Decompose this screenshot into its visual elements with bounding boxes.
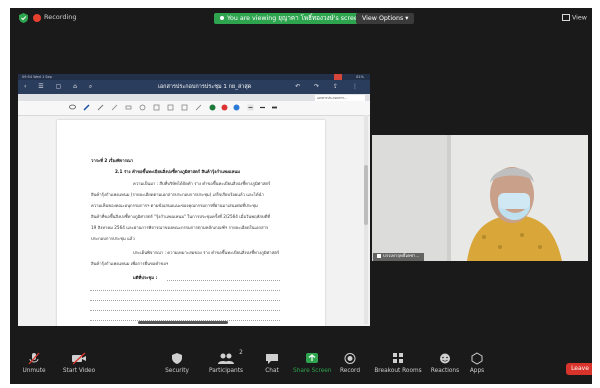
- chevron-down-icon: ▾: [405, 15, 409, 22]
- chat-icon: [266, 354, 278, 364]
- shape-icon[interactable]: [139, 104, 146, 111]
- participants-count-value: 2: [239, 350, 243, 356]
- highlighter-icon[interactable]: [111, 104, 118, 111]
- document-page: วาระที่ 2 เรื่องพิจารณา 2.1 ร่าง คำขอขึ้…: [57, 120, 325, 326]
- participants-count: 2: [236, 350, 246, 356]
- reactions-icon: [440, 353, 450, 364]
- viewing-dot-icon: [220, 16, 224, 20]
- recording-label: Recording: [44, 13, 77, 21]
- view-options-button[interactable]: View Options ▾: [356, 13, 415, 24]
- agenda-item-title: 2.1 ร่าง คำขอขึ้นทะเบียนสิ่งบ่งชี้ทางภูม…: [115, 169, 240, 174]
- dotted-line: [90, 290, 280, 291]
- participant-name: บรรเทาฤทธิ์เดชา...: [383, 254, 420, 259]
- participant-video-image: [372, 135, 588, 261]
- document-nav-icons[interactable]: ‹ ☰ ▢ ⌂ ⌕: [24, 83, 97, 91]
- security-shield-icon: [172, 353, 182, 364]
- share-screen-label: Share Screen: [293, 368, 332, 374]
- view-label: View: [572, 14, 587, 22]
- record-button[interactable]: Record: [338, 352, 362, 374]
- meeting-toolbar: Unmute Start Video Security Participants…: [10, 348, 592, 384]
- breakout-rooms-icon: [393, 353, 403, 363]
- document-paragraph-line: สินค้าที่ขอขึ้นสิ่งบ่งชี้ทางภูมิศาสตร์ "…: [91, 214, 270, 219]
- pen-icon[interactable]: [83, 104, 90, 111]
- leave-button[interactable]: Leave: [566, 363, 592, 375]
- participants-label: Participants: [208, 368, 244, 374]
- document-paragraph-line: ความเป็นมา : สืบที่บริษัทได้จัดทำ ร่าง ค…: [133, 181, 271, 186]
- chat-button[interactable]: Chat: [260, 352, 284, 374]
- start-video-button[interactable]: Start Video: [60, 352, 98, 374]
- viewing-banner: You are viewing ยุญาคา โพธิ์ทองวงษ์'s sc…: [214, 13, 368, 24]
- unmute-label: Unmute: [22, 368, 46, 374]
- dotted-line: [167, 280, 280, 281]
- reactions-label: Reactions: [430, 368, 460, 374]
- lasso-icon[interactable]: [69, 104, 76, 111]
- pen-toolbar: [18, 101, 370, 116]
- security-button[interactable]: Security: [162, 352, 192, 374]
- resolution-label: มติที่ประชุม :: [133, 275, 158, 280]
- scrollbar-thumb[interactable]: [364, 165, 368, 225]
- breakout-rooms-label: Breakout Rooms: [374, 368, 422, 374]
- consideration-line: สินค้ารุ้งกำเเพงแหนม เพื่อการยื่นขอคำขอฯ: [91, 261, 169, 266]
- apps-icon: [471, 352, 483, 365]
- shield-icon[interactable]: [19, 13, 28, 23]
- participant-video[interactable]: บรรเทาฤทธิ์เดชา...: [372, 135, 588, 261]
- unmute-button[interactable]: Unmute: [19, 352, 49, 374]
- dotted-line: [90, 310, 280, 311]
- shared-screen: 09:54 Wed 1 Sep 81% ‹ ☰ ▢ ⌂ ⌕ เอกสารประก…: [18, 74, 370, 326]
- zoom-window: Recording You are viewing ยุญาคา โพธิ์ทอ…: [10, 8, 592, 384]
- share-screen-icon: [306, 353, 318, 363]
- microphone-muted-icon: [28, 352, 40, 365]
- apps-button[interactable]: Apps: [466, 352, 488, 374]
- stroke-thin-icon[interactable]: [247, 104, 254, 111]
- record-icon: [344, 353, 356, 364]
- document-paragraph-line: ประกอบการประชุม แล้ว: [91, 236, 135, 241]
- security-label: Security: [165, 368, 189, 374]
- participants-icon: [218, 353, 234, 364]
- sticker-icon[interactable]: [181, 104, 188, 111]
- breakout-rooms-button[interactable]: Breakout Rooms: [374, 352, 422, 374]
- agenda-heading: วาระที่ 2 เรื่องพิจารณา: [91, 158, 134, 163]
- eraser-icon[interactable]: [125, 104, 132, 111]
- color-green-icon[interactable]: [209, 104, 216, 111]
- view-options-label: View Options: [362, 15, 404, 22]
- view-button[interactable]: View: [562, 14, 587, 22]
- color-blue-icon[interactable]: [233, 104, 240, 111]
- stroke-medium-icon[interactable]: [259, 104, 266, 111]
- participant-name-tag: บรรเทาฤทธิ์เดชา...: [373, 253, 424, 261]
- document-title: เอกสารประกอบการประชุม 1 กย_ล่าสุด: [158, 84, 252, 90]
- document-tab-bar: เอกสารประกอบการ...: [18, 94, 370, 101]
- chat-label: Chat: [265, 368, 279, 374]
- stroke-thick-icon[interactable]: [271, 104, 278, 111]
- mic-icon: [377, 253, 381, 258]
- viewing-banner-text: You are viewing ยุญาคา โพธิ์ทองวงษ์'s sc…: [227, 15, 362, 22]
- document-title-bar: ‹ ☰ ▢ ⌂ ⌕ เอกสารประกอบการประชุม 1 กย_ล่า…: [18, 80, 370, 94]
- document-paragraph-line: 19 สิงหาคม 2564 และผ่านการพิจารณาของคณะก…: [91, 225, 269, 230]
- document-paragraph-line: ความเห็นของคณะอนุกรรมการฯ ตามข้อเสนอแนะข…: [91, 203, 258, 208]
- document-action-icons[interactable]: ↶ ↷ ⇪ ⋮: [295, 83, 364, 90]
- start-video-label: Start Video: [62, 368, 96, 374]
- document-scrollbar[interactable]: [364, 115, 368, 324]
- video-off-icon: [72, 352, 86, 365]
- image-tool-icon[interactable]: [167, 104, 174, 111]
- color-red-icon[interactable]: [221, 104, 228, 111]
- recording-icon: [33, 14, 41, 22]
- document-paragraph-line: สินค้ารุ้งกำเเพงแหนม (รายละเอียดตามเอกสา…: [91, 192, 264, 197]
- pencil-icon[interactable]: [97, 104, 104, 111]
- leave-label: Leave: [571, 365, 589, 372]
- reactions-button[interactable]: Reactions: [428, 352, 462, 374]
- text-tool-icon[interactable]: [153, 104, 160, 111]
- apps-label: Apps: [469, 368, 485, 374]
- laser-pointer-icon[interactable]: [195, 104, 202, 111]
- dotted-line: [90, 300, 280, 301]
- grid-icon: [562, 14, 570, 21]
- share-screen-button[interactable]: Share Screen: [293, 352, 332, 374]
- record-label: Record: [339, 368, 361, 374]
- home-indicator: [138, 321, 228, 324]
- consideration-line: ประเด็นพิจารณา : ความเหมาะสมของ ร่าง คำข…: [133, 250, 280, 255]
- top-bar: Recording You are viewing ยุญาคา โพธิ์ทอ…: [10, 8, 592, 30]
